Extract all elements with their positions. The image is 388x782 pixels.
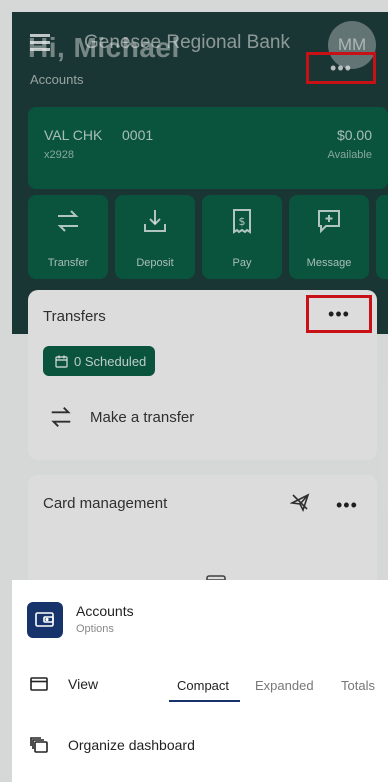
accounts-section-label: Accounts — [30, 72, 84, 87]
view-option-compact[interactable]: Compact — [177, 678, 229, 693]
deposit-icon — [144, 210, 166, 232]
card-management-more-button[interactable]: ••• — [336, 496, 358, 514]
organize-layers-icon — [30, 737, 48, 753]
account-name: VAL CHK — [44, 127, 103, 143]
quick-action-label: Deposit — [136, 257, 174, 269]
card-management-title: Card management — [43, 495, 168, 512]
message-icon — [318, 210, 340, 234]
quick-action-message[interactable]: Message — [289, 195, 369, 279]
account-card[interactable]: VAL CHK 0001 x2928 $0.00 Available — [28, 107, 388, 189]
quick-action-pay[interactable]: $ Pay — [202, 195, 282, 279]
sheet-title: Accounts — [76, 603, 134, 619]
scheduled-label: 0 Scheduled — [74, 353, 147, 369]
sheet-subtitle: Options — [76, 623, 114, 635]
account-masked-number: x2928 — [44, 149, 74, 161]
transfer-icon — [57, 210, 79, 232]
organize-dashboard-button[interactable]: Organize dashboard — [30, 737, 195, 753]
make-transfer-label: Make a transfer — [90, 408, 195, 426]
quick-action-label: Pay — [232, 257, 252, 269]
quick-action-label: Message — [306, 257, 352, 269]
scheduled-transfers-badge[interactable]: 0 Scheduled — [43, 346, 155, 376]
selected-view-indicator — [169, 700, 240, 702]
organize-dashboard-label: Organize dashboard — [68, 737, 195, 753]
account-number: 0001 — [122, 127, 154, 143]
bank-name: Genesee Regional Bank — [84, 32, 290, 53]
calendar-icon — [55, 355, 68, 368]
quick-action-label: Transfer — [47, 257, 89, 269]
view-label: View — [68, 676, 99, 692]
svg-text:$: $ — [239, 215, 246, 228]
quick-action-overflow[interactable] — [376, 195, 388, 279]
account-balance-label: Available — [327, 149, 372, 161]
transfers-title: Transfers — [43, 308, 106, 325]
view-option-expanded[interactable]: Expanded — [255, 678, 314, 693]
travel-plane-icon[interactable] — [290, 492, 310, 512]
make-transfer-link[interactable]: Make a transfer — [48, 404, 194, 430]
accounts-more-button[interactable]: ••• — [306, 52, 376, 84]
more-dots: ••• — [328, 304, 350, 324]
hamburger-menu-icon[interactable] — [30, 32, 52, 52]
account-balance: $0.00 — [336, 127, 372, 143]
accounts-options-sheet: Accounts Options View Compact Expanded T… — [12, 580, 388, 782]
wallet-icon — [27, 602, 63, 638]
quick-action-deposit[interactable]: Deposit — [115, 195, 195, 279]
bill-pay-icon: $ — [233, 209, 251, 234]
more-dots: ••• — [330, 58, 352, 78]
quick-action-transfer[interactable]: Transfer — [28, 195, 108, 279]
transfers-more-button[interactable]: ••• — [306, 295, 372, 333]
view-option-totals[interactable]: Totals — [341, 678, 375, 693]
view-row: View — [30, 676, 98, 692]
transfer-icon — [51, 407, 71, 427]
view-window-icon — [30, 677, 48, 691]
